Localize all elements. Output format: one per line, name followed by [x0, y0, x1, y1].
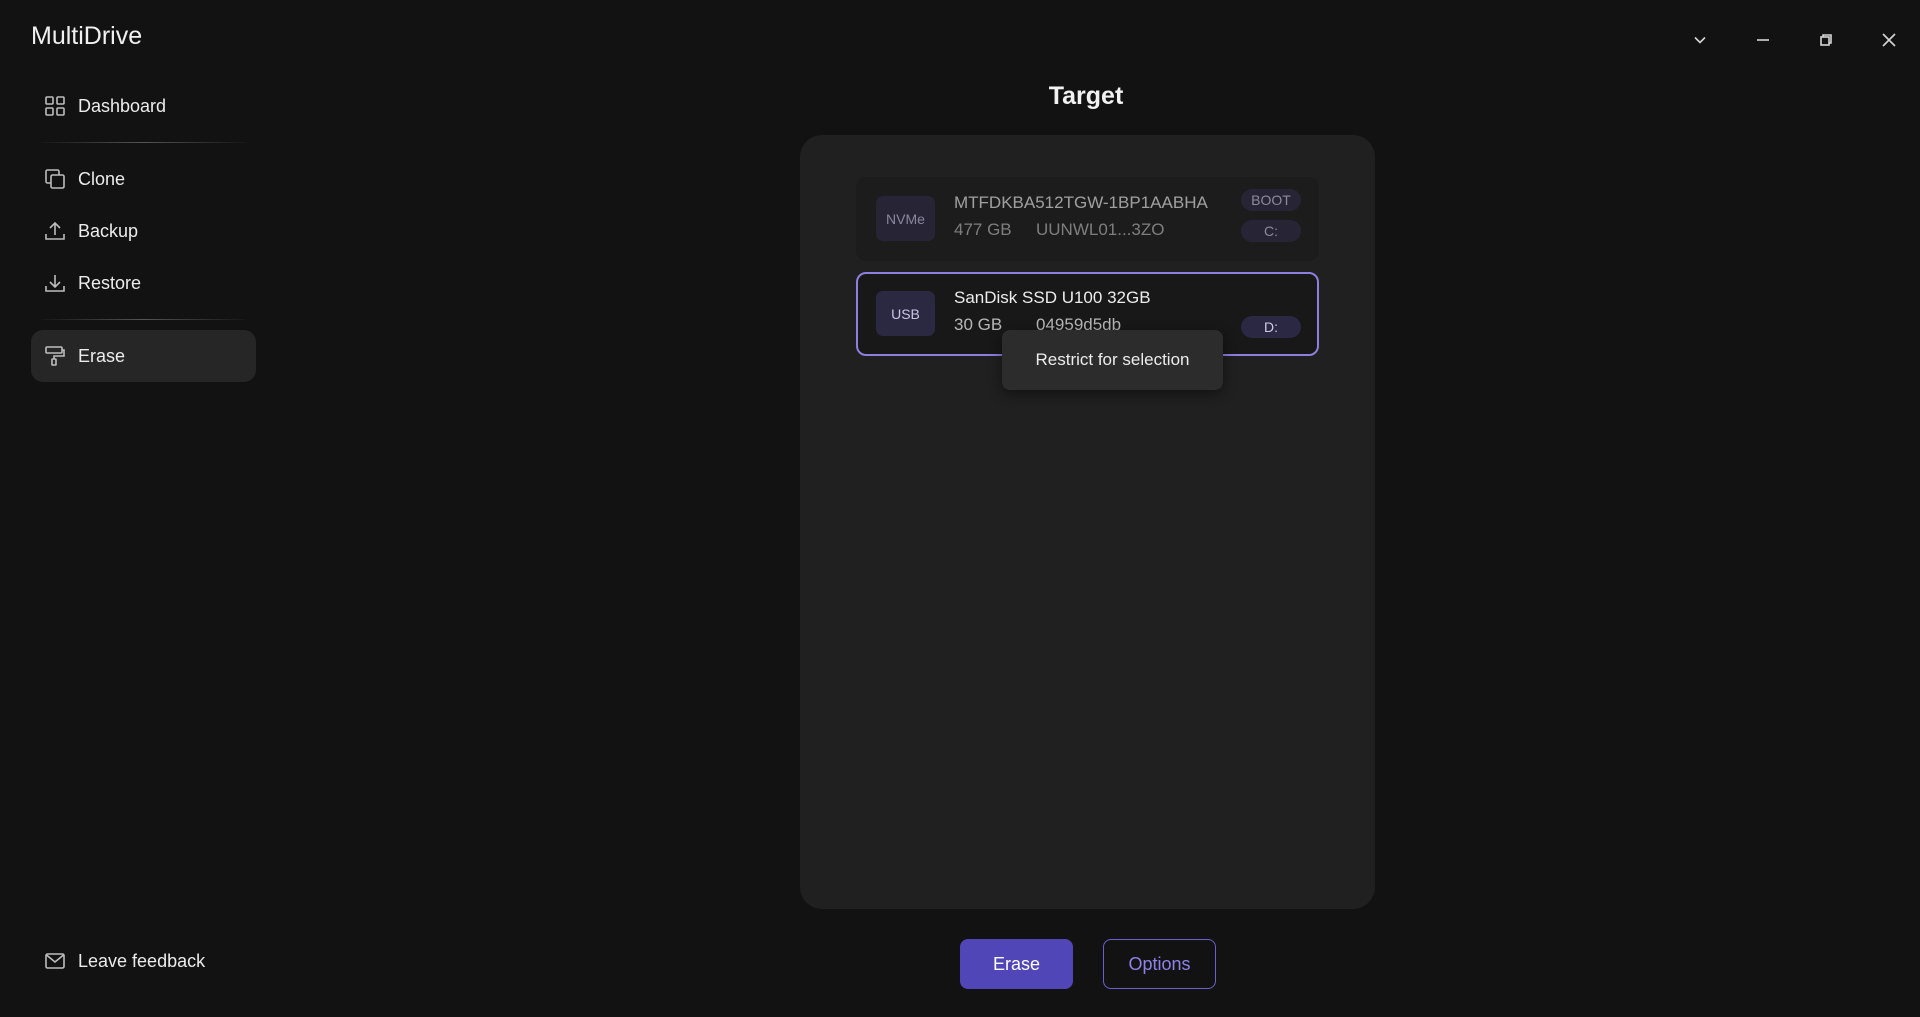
- dashboard-grid-icon: [44, 95, 66, 117]
- sidebar-item-label: Clone: [78, 168, 126, 189]
- sidebar-item-restore[interactable]: Restore: [31, 257, 256, 309]
- window-dropdown-button[interactable]: [1668, 22, 1731, 58]
- boot-tag: BOOT: [1241, 189, 1301, 211]
- paint-roller-icon: [44, 345, 66, 367]
- restrict-tooltip: Restrict for selection: [1002, 330, 1223, 390]
- feedback-label: Leave feedback: [78, 950, 206, 971]
- upload-icon: [44, 220, 66, 242]
- drive-item-nvme[interactable]: NVMe MTFDKBA512TGW-1BP1AABHA 477 GB UUNW…: [856, 177, 1319, 261]
- sidebar-item-label: Erase: [78, 345, 126, 366]
- drive-letter-tag: D:: [1241, 316, 1301, 338]
- app-window: MultiDrive Dashboard Clone Backup Restor…: [0, 0, 1920, 1017]
- sidebar-item-label: Backup: [78, 220, 139, 241]
- drive-name: MTFDKBA512TGW-1BP1AABHA: [954, 193, 1208, 212]
- sidebar: Dashboard Clone Backup Restore Erase: [31, 80, 256, 382]
- erase-button[interactable]: Erase: [960, 939, 1073, 989]
- window-minimize-button[interactable]: [1731, 22, 1794, 58]
- drive-size: 477 GB: [954, 220, 1012, 239]
- sidebar-item-backup[interactable]: Backup: [31, 205, 256, 257]
- sidebar-item-dashboard[interactable]: Dashboard: [31, 80, 256, 132]
- mail-icon: [44, 950, 66, 972]
- chevron-down-icon: [1693, 36, 1706, 44]
- drive-type-badge: NVMe: [876, 196, 935, 241]
- window-close-button[interactable]: [1857, 22, 1920, 58]
- sidebar-item-label: Dashboard: [78, 95, 167, 116]
- window-restore-button[interactable]: [1794, 22, 1857, 58]
- app-title: MultiDrive: [31, 22, 143, 50]
- options-button[interactable]: Options: [1103, 939, 1216, 989]
- drive-serial: UUNWL01...3ZO: [1036, 220, 1165, 239]
- sidebar-divider: [41, 319, 246, 320]
- download-icon: [44, 272, 66, 294]
- target-drive-panel: NVMe MTFDKBA512TGW-1BP1AABHA 477 GB UUNW…: [800, 135, 1375, 909]
- clone-copy-icon: [44, 168, 66, 190]
- sidebar-item-erase[interactable]: Erase: [31, 330, 256, 382]
- sidebar-item-clone[interactable]: Clone: [31, 153, 256, 205]
- restore-icon: [1819, 34, 1832, 46]
- sidebar-item-label: Restore: [78, 272, 142, 293]
- page-title: Target: [1048, 82, 1124, 110]
- drive-name: SanDisk SSD U100 32GB: [954, 288, 1151, 307]
- close-icon: [1881, 33, 1896, 47]
- window-controls: [1668, 22, 1920, 58]
- drive-type-badge: USB: [876, 291, 935, 336]
- drive-size: 30 GB: [954, 315, 1003, 334]
- leave-feedback-link[interactable]: Leave feedback: [31, 935, 256, 987]
- sidebar-divider: [41, 142, 246, 143]
- minimize-icon: [1756, 39, 1769, 41]
- drive-letter-tag: C:: [1241, 220, 1301, 242]
